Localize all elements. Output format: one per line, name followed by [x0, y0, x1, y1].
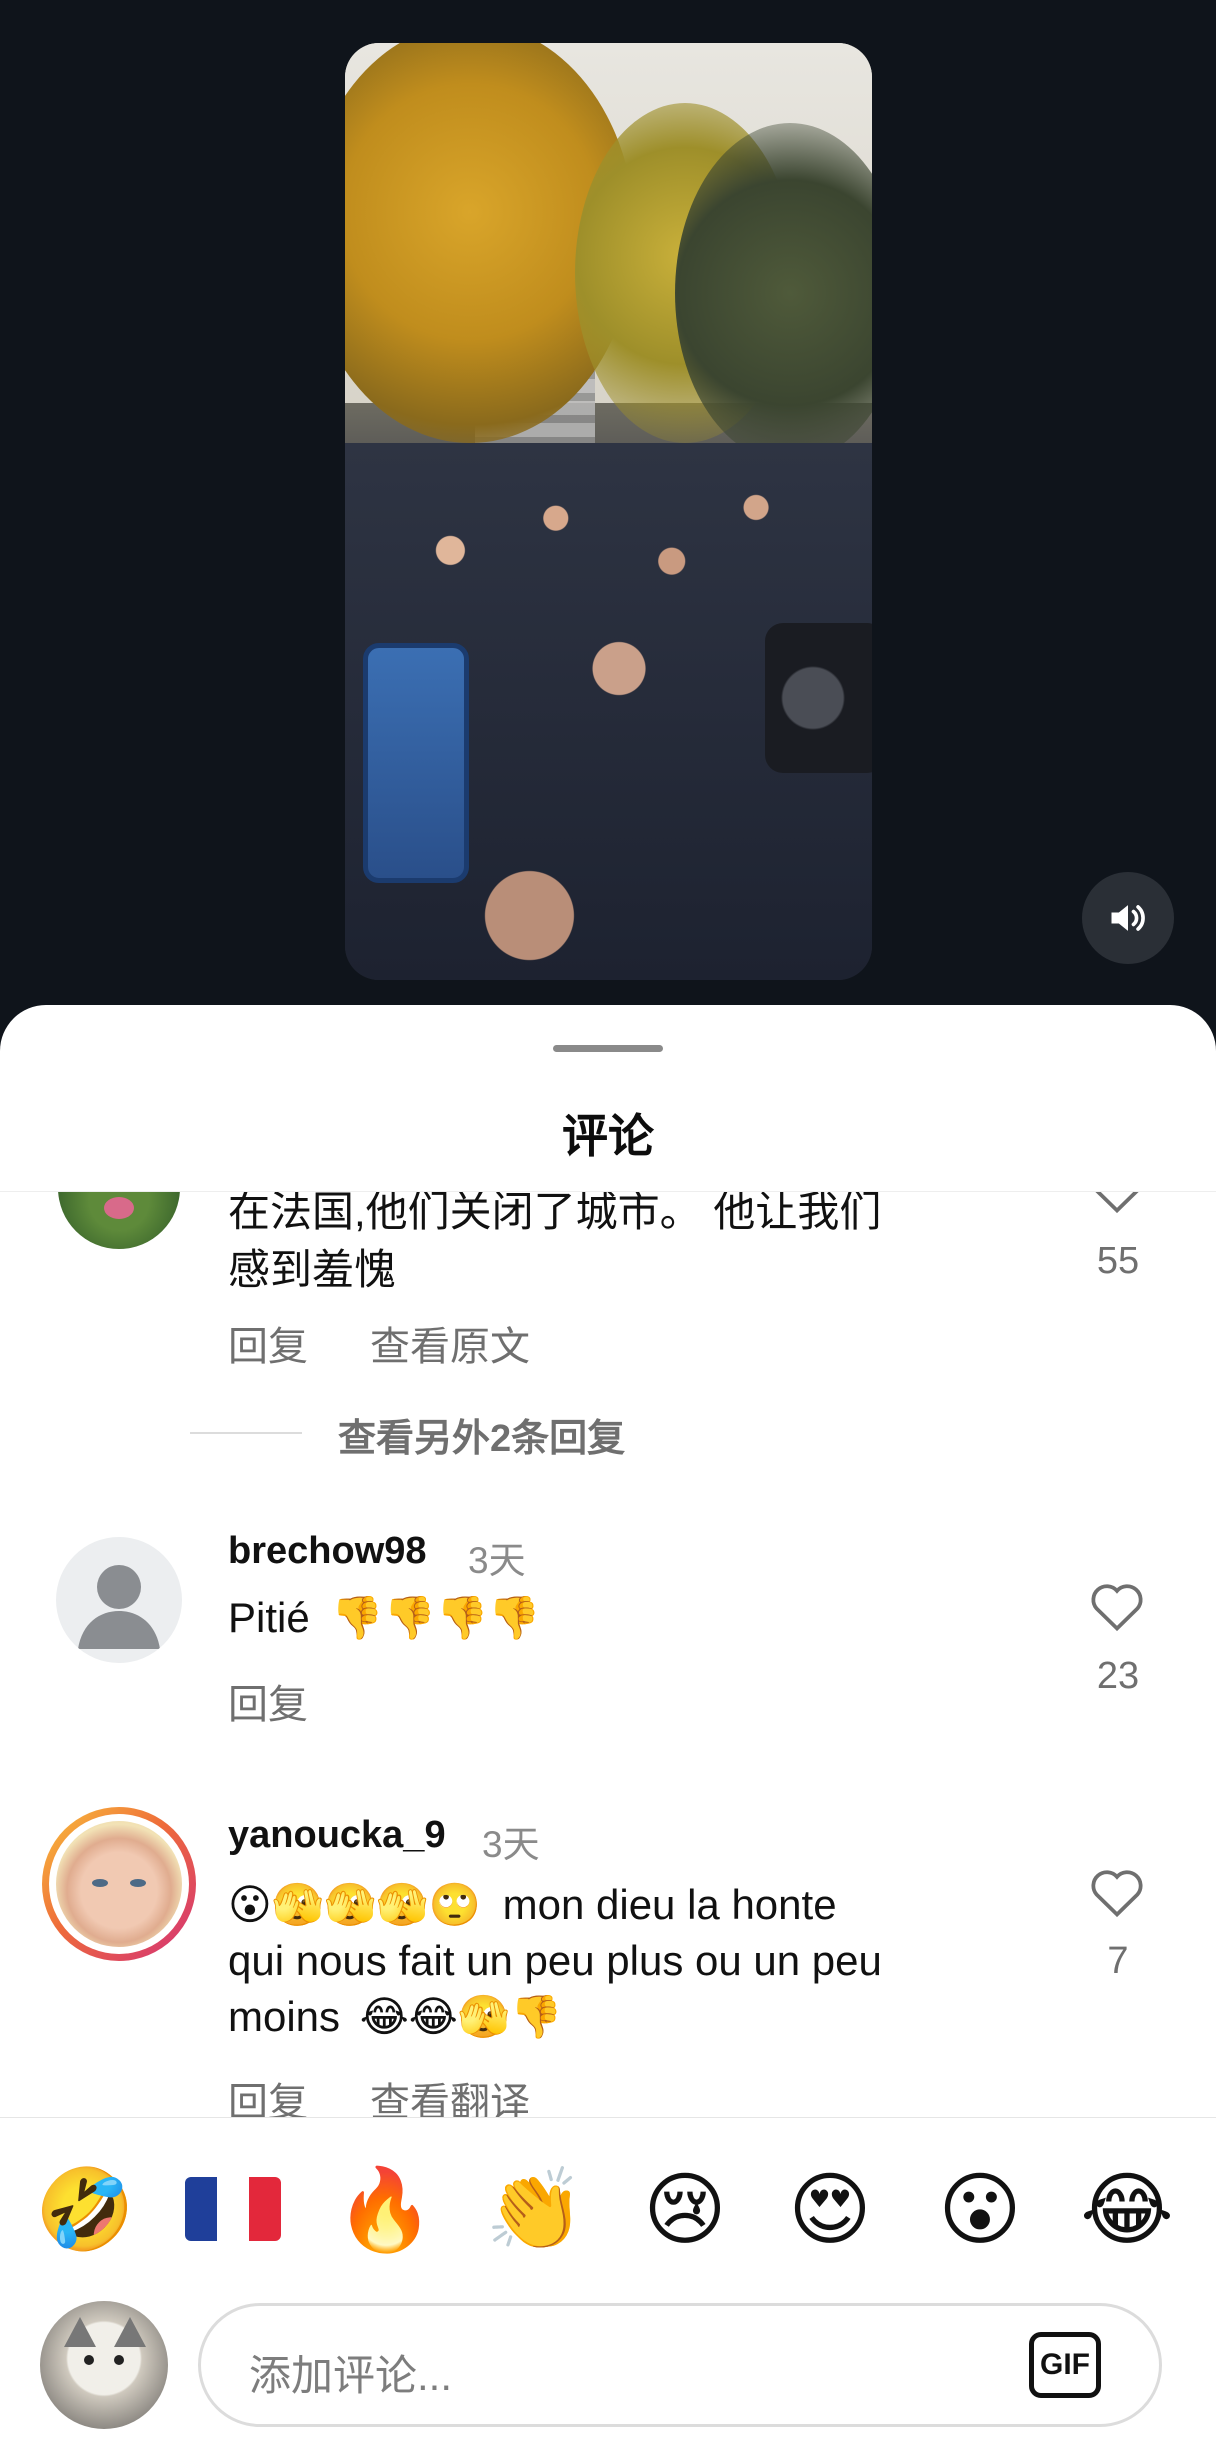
heart-outline-icon[interactable] — [1088, 1866, 1146, 1918]
comment-text-line: moins 😂😂🫣👎 — [228, 1989, 562, 2045]
video-area — [0, 0, 1216, 1010]
comment-text: Pitié 👎👎👎👎 — [228, 1590, 541, 1646]
comment-text-line: 😮🫣🫣🫣🙄 mon dieu la honte — [228, 1877, 837, 1933]
sound-button[interactable] — [1082, 872, 1174, 964]
speaker-icon — [1111, 905, 1145, 931]
username[interactable]: brechow98 — [228, 1530, 427, 1573]
comment-input-placeholder: 添加评论... — [249, 2352, 453, 2399]
sheet-grabber[interactable] — [553, 1045, 663, 1052]
sheet-title: 评论 — [562, 1110, 654, 1162]
reaction-emojis: 😂😂🫣👎 — [359, 1992, 563, 2041]
heart-outline-icon[interactable] — [1088, 1192, 1146, 1214]
my-avatar — [40, 2301, 168, 2429]
emoji-rofl-button[interactable]: 🤣 — [30, 2155, 140, 2265]
comment-text-line: qui nous fait un peu plus ou un peu — [228, 1937, 882, 1984]
comment-text-body: Pitié — [228, 1594, 310, 1641]
comment-text-line: 在法国,他们关闭了城市。 他让我们 — [228, 1192, 882, 1235]
view-more-replies-button[interactable]: 查看另外2条回复 — [338, 1407, 625, 1462]
emoji-fire-button[interactable]: 🔥 — [330, 2155, 440, 2265]
quick-emoji-bar: 🤣 🔥 👏 😢 😍 😮 😂 — [0, 2155, 1216, 2265]
emoji-open-mouth-button[interactable]: 😮 — [925, 2155, 1035, 2265]
emoji-clap-button[interactable]: 👏 — [480, 2155, 590, 2265]
comments-sheet: 评论 在法国,他们关闭了城市。 他让我们 感到羞愧 回复 查看原文 55 查看另… — [0, 1005, 1216, 2463]
like-count: 23 — [1096, 1655, 1140, 1697]
comment-text-body: mon dieu la honte — [502, 1881, 837, 1928]
emoji-joy-button[interactable]: 😂 — [1072, 2155, 1182, 2265]
reply-button[interactable]: 回复 — [228, 1314, 308, 1372]
story-ring-avatar[interactable] — [42, 1807, 196, 1961]
avatar[interactable] — [56, 1537, 182, 1663]
view-replies-divider — [190, 1432, 302, 1434]
composer-divider — [0, 2117, 1216, 2118]
view-translation-button[interactable]: 查看翻译 — [370, 2070, 530, 2117]
video-camera — [765, 623, 872, 773]
user-silhouette-icon — [78, 1565, 160, 1649]
reply-button[interactable]: 回复 — [228, 1672, 308, 1730]
username[interactable]: yanoucka_9 — [228, 1814, 446, 1857]
avatar[interactable] — [58, 1192, 180, 1249]
reaction-emojis: 😮🫣🫣🫣🙄 — [228, 1880, 481, 1929]
view-original-button[interactable]: 查看原文 — [370, 1314, 530, 1372]
comment-text-line: 感到羞愧 — [228, 1246, 397, 1293]
comments-list[interactable]: 在法国,他们关闭了城市。 他让我们 感到羞愧 回复 查看原文 55 查看另外2条… — [0, 1192, 1216, 2117]
like-count: 55 — [1096, 1240, 1140, 1282]
timestamp: 3天 — [482, 1824, 540, 1865]
reply-button[interactable]: 回复 — [228, 2070, 308, 2117]
emoji-cry-button[interactable]: 😢 — [630, 2155, 740, 2265]
france-flag-icon[interactable] — [185, 2177, 281, 2241]
thumbs-down-emojis: 👎👎👎👎 — [331, 1593, 541, 1642]
comment-text-body: moins — [228, 1993, 341, 2040]
like-count: 7 — [1107, 1940, 1129, 1982]
comment-input[interactable]: 添加评论... GIF — [198, 2303, 1162, 2427]
gif-button[interactable]: GIF — [1029, 2332, 1101, 2398]
video-phone — [363, 643, 469, 883]
timestamp: 3天 — [468, 1540, 526, 1581]
emoji-heart-eyes-button[interactable]: 😍 — [775, 2155, 885, 2265]
heart-outline-icon[interactable] — [1088, 1580, 1146, 1632]
video-player[interactable] — [345, 43, 872, 980]
